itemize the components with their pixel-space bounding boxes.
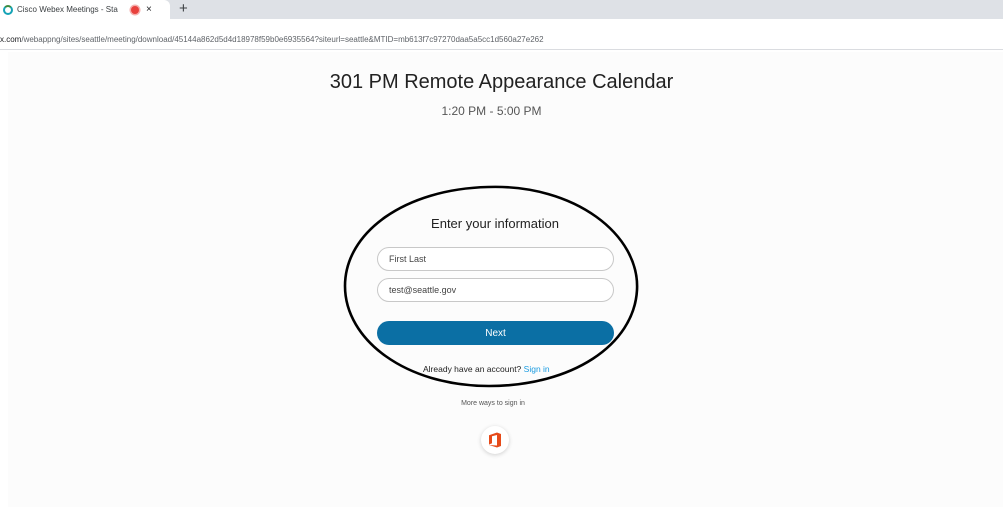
meeting-time: 1:20 PM - 5:00 PM [441, 104, 542, 118]
address-bar[interactable]: x.com/webappng/sites/seattle/meeting/dow… [0, 19, 1003, 50]
browser-tab-bar: Cisco Webex Meetings - Sta × + [0, 0, 1003, 19]
url-path: /webappng/sites/seattle/meeting/download… [21, 35, 544, 44]
url-host: x.com [0, 35, 22, 44]
meeting-title: 301 PM Remote Appearance Calendar [329, 71, 674, 93]
webex-favicon-icon [3, 4, 13, 15]
account-prompt: Already have an account? [423, 364, 522, 374]
office365-icon [489, 432, 501, 448]
new-tab-button[interactable]: + [179, 1, 188, 17]
name-field[interactable] [377, 247, 614, 271]
office365-signin-button[interactable] [481, 426, 509, 454]
sign-in-link[interactable]: Sign in [524, 364, 550, 374]
form-heading: Enter your information [431, 216, 559, 231]
recording-indicator-icon [131, 5, 139, 14]
next-button[interactable]: Next [377, 321, 614, 345]
url-text[interactable]: x.com/webappng/sites/seattle/meeting/dow… [0, 35, 544, 44]
account-prompt-line: Already have an account? Sign in [423, 364, 550, 374]
email-field[interactable] [377, 278, 614, 302]
more-ways-label: More ways to sign in [461, 400, 525, 407]
tab-close-icon[interactable]: × [146, 4, 152, 15]
tab-title: Cisco Webex Meetings - Sta [17, 5, 118, 14]
browser-tab[interactable]: Cisco Webex Meetings - Sta × [0, 0, 170, 19]
